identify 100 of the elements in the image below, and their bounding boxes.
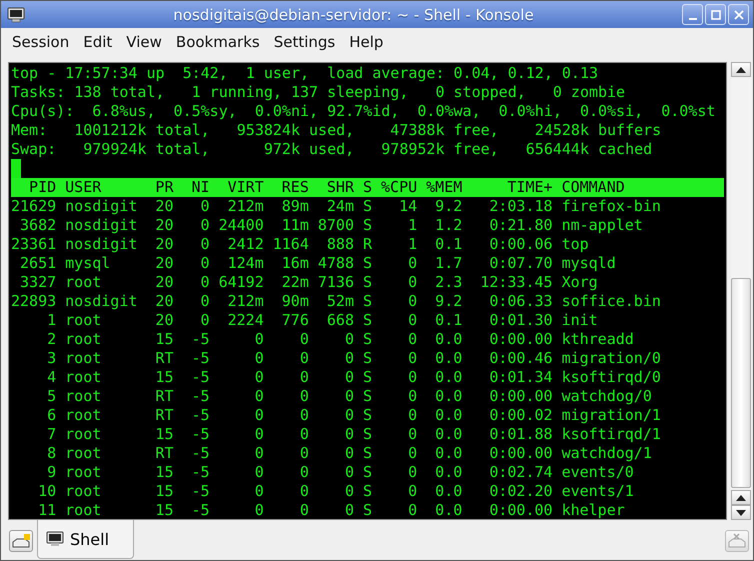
table-cell-text: -5 (190, 349, 210, 368)
table-cell-text: 0.0 (434, 387, 462, 406)
table-cell-text: 22m (280, 273, 309, 292)
table-cell-text: 0.0 (434, 368, 462, 387)
table-cell-text: -5 (190, 501, 210, 519)
table-cell-text: 0.0 (434, 463, 462, 482)
close-tab-button[interactable] (725, 530, 749, 552)
table-cell-text: 0 (254, 425, 264, 444)
table-cell-text: 0:00.02 (488, 406, 553, 425)
table-cell-text: root (65, 311, 102, 330)
table-cell-text: 14 (398, 197, 418, 216)
scroll-up-icon[interactable] (731, 490, 751, 505)
table-cell-text: init (562, 311, 599, 330)
table-cell-text: watchdog/0 (562, 387, 653, 406)
menu-item[interactable]: View (119, 33, 169, 51)
table-cell-text: 0.0 (434, 406, 462, 425)
scroll-up-icon[interactable] (731, 62, 751, 77)
menu-item[interactable]: Help (342, 33, 390, 51)
close-button[interactable] (728, 4, 749, 25)
table-cell-text: 0.1 (434, 311, 462, 330)
table-cell-text: 0.0 (434, 501, 462, 519)
table-cell-text: 0:00.00 (488, 387, 553, 406)
table-cell-text: 0 (407, 330, 418, 349)
table-cell-text: -5 (190, 463, 210, 482)
table-cell: R (363, 235, 372, 254)
table-cell-text: 0:21.80 (488, 216, 553, 235)
table-cell-text: 52m (326, 292, 354, 311)
table-cell-text: root (65, 463, 102, 482)
table-cell: 23361 (11, 235, 56, 254)
new-tab-icon (11, 533, 31, 549)
table-cell-text: top (562, 235, 590, 254)
table-cell-text: 0 (200, 292, 210, 311)
table-cell-text: 15 (154, 368, 174, 387)
table-cell: S (363, 501, 372, 519)
column-header: S (363, 178, 372, 197)
table-cell: S (363, 330, 372, 349)
table-cell-text: 15 (154, 501, 174, 519)
terminal-line: Mem: 1001212k total, 953824k used, 47388k free, 24528k buffers (11, 121, 662, 140)
table-cell-text: 776 (280, 311, 309, 330)
tab[interactable]: Shell (37, 520, 134, 559)
column-header: %MEM (426, 178, 462, 197)
table-cell-text: 0 (200, 197, 210, 216)
table-cell: S (363, 406, 372, 425)
scrollbar[interactable] (731, 62, 751, 520)
table-cell-text: -5 (190, 330, 210, 349)
table-cell-text: 2651 (19, 254, 56, 273)
menu-item[interactable]: Settings (266, 33, 342, 51)
maximize-icon (710, 8, 722, 20)
table-cell: 7136 (318, 273, 354, 292)
table-cell-text: mysql (65, 254, 112, 273)
table-cell-text: 0 (407, 349, 418, 368)
table-cell: S (363, 425, 372, 444)
table-cell-text: 0:00.06 (488, 235, 553, 254)
menu-item[interactable]: Session (5, 33, 76, 51)
column-header: NI (190, 178, 210, 197)
close-tab-icon (727, 533, 747, 549)
table-cell-text: RT (154, 349, 174, 368)
table-cell-text: 0 (298, 387, 309, 406)
menu-item[interactable]: Bookmarks (168, 33, 267, 51)
table-cell-text: 15 (154, 330, 174, 349)
table-cell-text: migration/1 (562, 406, 662, 425)
table-cell-text: 1 (407, 216, 418, 235)
scroll-thumb[interactable] (731, 278, 751, 488)
column-header: COMMAND (562, 178, 626, 197)
terminal-line: Cpu(s): 6.8%us, 0.5%sy, 0.0%ni, 92.7%id, 0.0%wa, 0.0%hi, 0.0%si, 0.0%st (11, 102, 716, 121)
table-cell-text: 0 (200, 235, 210, 254)
table-cell-text: 2:03.18 (488, 197, 553, 216)
table-cell-text: 9.2 (434, 197, 462, 216)
table-cell: S (363, 482, 372, 501)
table-cell-text: 2412 (226, 235, 264, 254)
menu-item[interactable]: Edit (76, 33, 120, 51)
table-cell-text: 11 (37, 501, 56, 519)
table-cell-text: 0 (298, 444, 309, 463)
table-cell-text: 3 (46, 349, 56, 368)
table-cell: S (363, 463, 372, 482)
table-cell: 4788 (318, 254, 354, 273)
table-cell: S (363, 349, 372, 368)
table-cell-text: 0 (344, 425, 354, 444)
table-cell-text: 12:33.45 (479, 273, 553, 292)
minimize-button[interactable] (682, 4, 703, 25)
table-cell: 64192 (218, 273, 264, 292)
table-cell-text: 0 (407, 406, 418, 425)
table-cell-text: -5 (190, 387, 210, 406)
table-cell-text: ksoftirqd/0 (562, 368, 662, 387)
table-cell-text: -5 (190, 425, 210, 444)
table-cell-text: 124m (226, 254, 264, 273)
table-cell-text: 3682 (19, 216, 56, 235)
maximize-button[interactable] (705, 4, 726, 25)
new-tab-button[interactable] (9, 530, 33, 552)
table-cell-text: root (65, 387, 102, 406)
table-cell-text: 0 (298, 406, 309, 425)
table-cell-text: 0 (344, 482, 354, 501)
table-cell-text: 15 (154, 463, 174, 482)
table-cell: S (363, 216, 372, 235)
terminal-line: top - 17:57:34 up 5:42, 1 user, load average: 0.04, 0.12, 0.13 (11, 64, 599, 83)
table-cell-text: 2 (46, 330, 56, 349)
table-cell-text: -5 (190, 482, 210, 501)
scroll-down-icon[interactable] (731, 505, 751, 520)
table-cell: S (363, 254, 372, 273)
table-cell-text: 0:07.70 (488, 254, 553, 273)
